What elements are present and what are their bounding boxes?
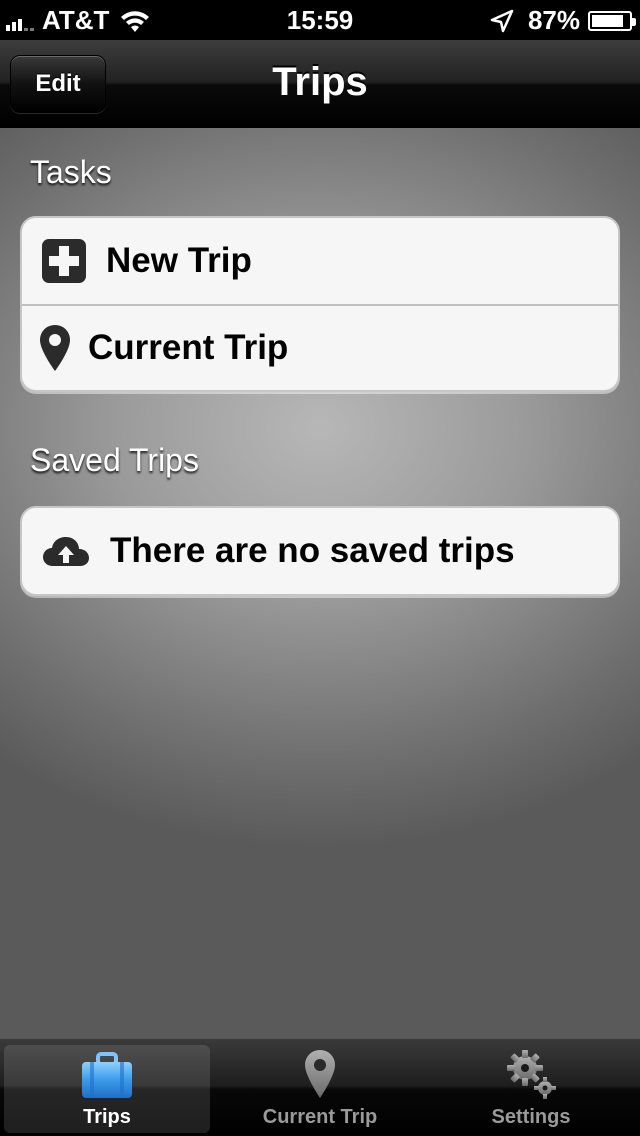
page-title: Trips <box>272 60 368 104</box>
current-trip-label: Current Trip <box>88 328 289 367</box>
status-bar: AT&T 15:59 87% <box>0 0 640 40</box>
tab-trips[interactable]: Trips <box>4 1045 210 1133</box>
location-arrow-icon <box>490 9 514 32</box>
cloud-upload-icon <box>22 534 110 568</box>
trips-content[interactable]: Tasks New Trip Current Trip Saved Trips <box>0 128 640 1038</box>
section-header-saved-trips: Saved Trips <box>30 442 199 478</box>
tab-settings-label: Settings <box>491 1106 571 1128</box>
gears-icon <box>507 1050 556 1099</box>
tasks-group: New Trip Current Trip <box>20 216 620 392</box>
tab-settings[interactable]: Settings <box>428 1045 634 1133</box>
map-pin-icon <box>22 323 88 373</box>
plus-square-icon <box>22 238 106 284</box>
new-trip-label: New Trip <box>106 241 252 280</box>
battery-fill <box>592 14 624 27</box>
map-pin-icon <box>305 1050 335 1098</box>
no-saved-trips-label: There are no saved trips <box>110 531 515 570</box>
tab-bar: Trips Current Trip Settings <box>0 1038 640 1136</box>
no-saved-trips-row: There are no saved trips <box>22 508 618 594</box>
section-header-tasks: Tasks <box>30 154 112 190</box>
battery-icon <box>588 10 636 31</box>
saved-trips-group: There are no saved trips <box>20 506 620 596</box>
current-trip-row[interactable]: Current Trip <box>22 304 618 390</box>
status-right: 87% <box>490 5 636 36</box>
battery-percent: 87% <box>527 5 580 35</box>
tab-current-trip[interactable]: Current Trip <box>217 1045 423 1133</box>
suitcase-icon <box>82 1052 132 1098</box>
new-trip-row[interactable]: New Trip <box>22 218 618 304</box>
navigation-bar: Edit Trips <box>0 40 640 128</box>
tab-trips-label: Trips <box>83 1106 131 1128</box>
tab-current-trip-label: Current Trip <box>262 1106 378 1128</box>
